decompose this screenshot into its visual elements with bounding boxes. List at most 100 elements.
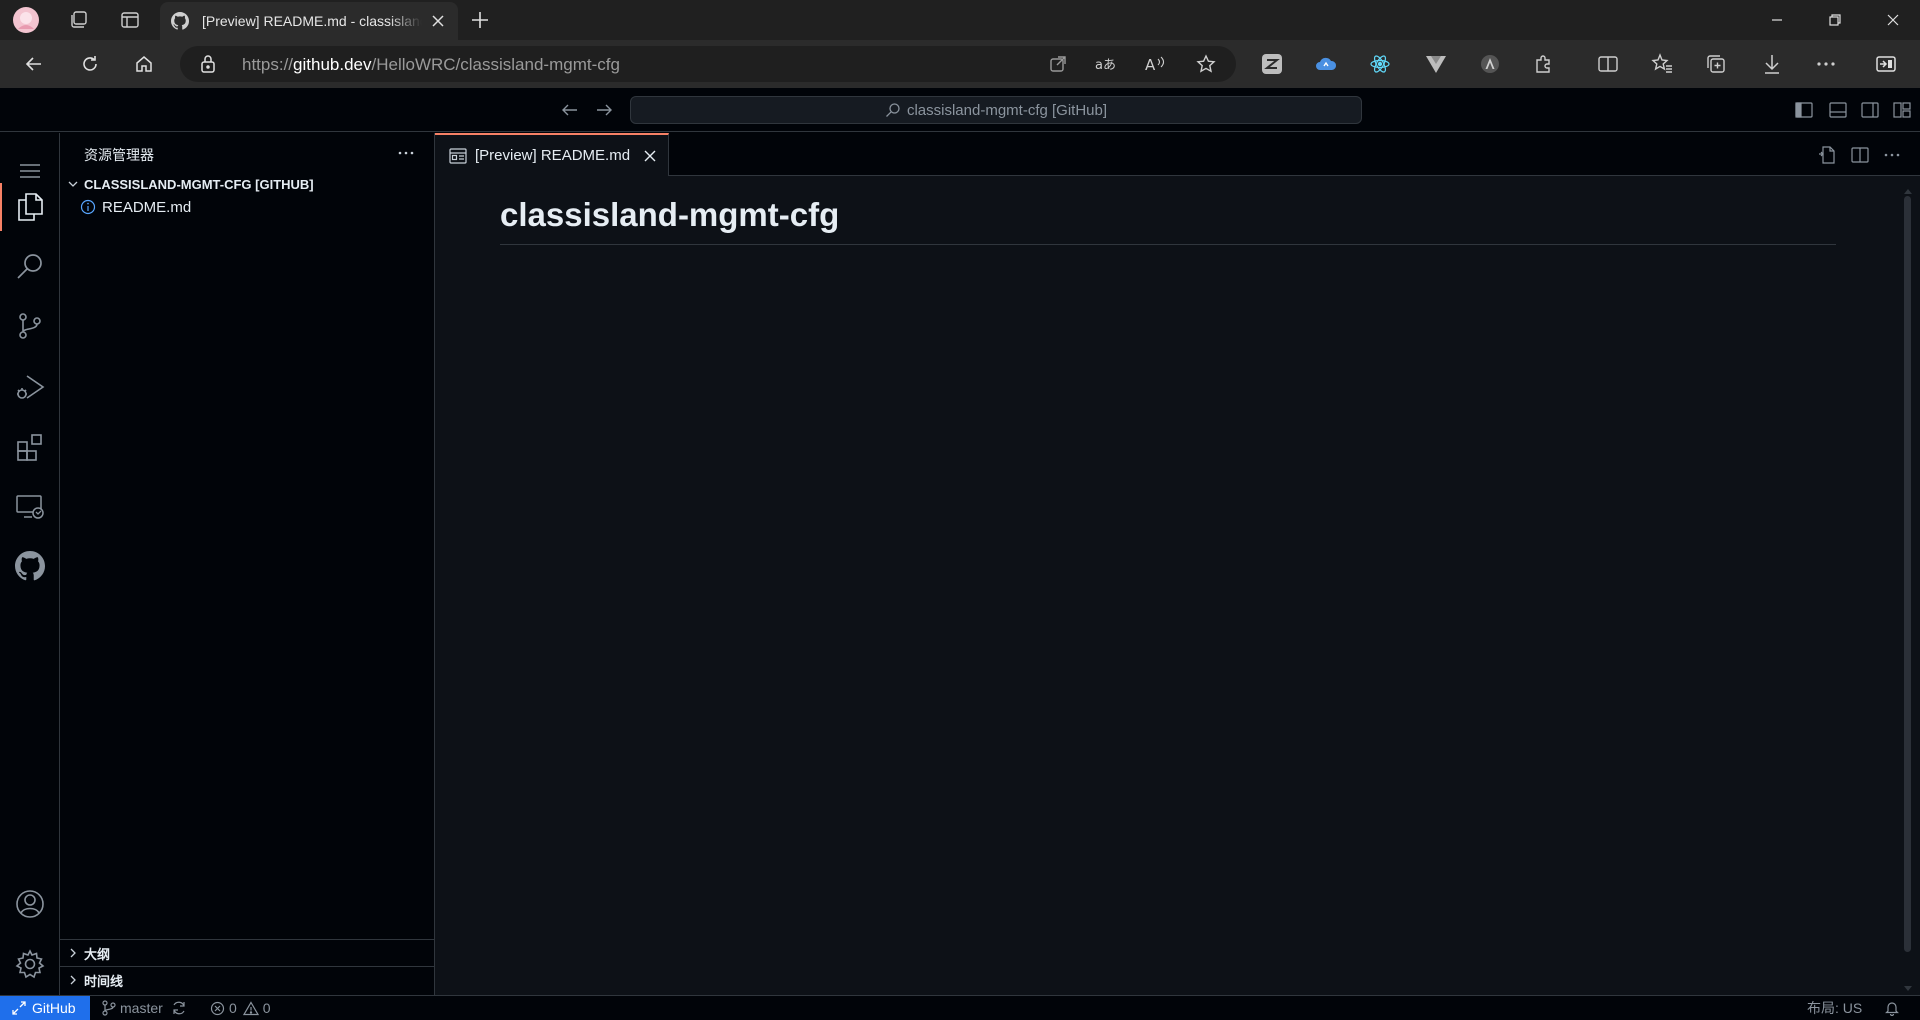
toggle-primary-sidebar-icon[interactable] bbox=[1794, 100, 1814, 120]
refresh-button[interactable] bbox=[72, 48, 108, 80]
go-forward-icon[interactable] bbox=[594, 100, 614, 125]
explorer-sidebar: 资源管理器 CLASSISLAND-MGMT-CFG [GITHUB] READ… bbox=[60, 133, 435, 995]
remote-explorer-icon[interactable] bbox=[0, 479, 60, 535]
scrollbar-thumb[interactable] bbox=[1904, 196, 1911, 952]
url-scheme: https:// bbox=[242, 55, 294, 74]
browser-toolbar: https://github.dev/HelloWRC/classisland-… bbox=[0, 40, 1920, 116]
search-icon bbox=[886, 103, 900, 117]
timeline-section-label: 时间线 bbox=[84, 973, 124, 989]
file-item-readme[interactable]: README.md bbox=[60, 196, 434, 218]
sidebar-more-actions-icon[interactable] bbox=[394, 143, 418, 163]
svg-text:A: A bbox=[1145, 56, 1156, 73]
chevron-down-icon bbox=[68, 181, 78, 187]
close-tab-icon[interactable] bbox=[428, 11, 448, 31]
extension-angular-icon[interactable] bbox=[1478, 52, 1502, 76]
error-count: 0 bbox=[229, 1000, 237, 1016]
notifications-bell-icon[interactable] bbox=[1884, 996, 1900, 1020]
split-editor-icon[interactable] bbox=[1849, 145, 1871, 165]
favorite-star-icon[interactable] bbox=[1194, 53, 1218, 75]
downloads-icon[interactable] bbox=[1760, 52, 1784, 76]
svg-text:aあ: aあ bbox=[1095, 58, 1116, 73]
toggle-panel-icon[interactable] bbox=[1828, 100, 1848, 120]
sync-icon bbox=[173, 1001, 185, 1015]
minimize-button[interactable] bbox=[1748, 0, 1806, 40]
remote-icon bbox=[12, 1001, 26, 1015]
address-bar[interactable]: https://github.dev/HelloWRC/classisland-… bbox=[180, 46, 1236, 82]
browser-tab-active[interactable]: [Preview] README.md - classisland-mgmt-c… bbox=[160, 2, 458, 40]
preview-icon bbox=[449, 147, 467, 164]
search-view-icon[interactable] bbox=[0, 238, 60, 294]
url-path: /HelloWRC/classisland-mgmt-cfg bbox=[371, 55, 620, 74]
vertical-tabs-icon[interactable] bbox=[116, 6, 144, 34]
extensions-icon[interactable] bbox=[0, 419, 60, 475]
browser-titlebar: [Preview] README.md - classisland-mgmt-c… bbox=[0, 0, 1920, 40]
warning-icon bbox=[242, 1000, 259, 1015]
command-center-label: classisland-mgmt-cfg [GitHub] bbox=[906, 101, 1108, 119]
github-favicon-icon bbox=[170, 11, 190, 31]
info-file-icon bbox=[80, 199, 96, 215]
workspaces-icon[interactable] bbox=[64, 6, 92, 34]
branch-indicator[interactable]: master bbox=[102, 996, 187, 1020]
keyboard-layout-indicator[interactable]: 布局: US bbox=[1807, 996, 1862, 1020]
close-window-button[interactable] bbox=[1864, 0, 1920, 40]
open-in-app-icon[interactable] bbox=[1046, 53, 1070, 75]
extensions-puzzle-icon[interactable] bbox=[1532, 52, 1556, 76]
editor-more-actions-icon[interactable] bbox=[1881, 145, 1903, 165]
remote-indicator[interactable]: GitHub bbox=[0, 996, 90, 1020]
manage-gear-icon[interactable] bbox=[0, 936, 60, 992]
read-aloud-icon[interactable]: A bbox=[1144, 53, 1168, 75]
outline-section[interactable]: 大纲 bbox=[60, 939, 434, 966]
collections-icon[interactable] bbox=[1704, 52, 1728, 76]
editor-tab-preview[interactable]: [Preview] README.md bbox=[435, 133, 669, 176]
translate-icon[interactable]: aあ bbox=[1094, 53, 1118, 75]
editor-tab-bar: [Preview] README.md bbox=[435, 133, 1920, 176]
markdown-preview: classisland-mgmt-cfg bbox=[435, 176, 1920, 995]
url-host: github.dev bbox=[293, 55, 372, 74]
customize-layout-icon[interactable] bbox=[1892, 100, 1912, 120]
sidebar-toggle-icon[interactable] bbox=[1874, 52, 1898, 76]
go-back-icon[interactable] bbox=[560, 100, 580, 125]
status-bar: GitHub master 0 0 布局: US bbox=[0, 995, 1920, 1020]
explorer-icon[interactable] bbox=[0, 179, 60, 235]
browser-tab-title: [Preview] README.md - classisland-mgmt-c… bbox=[202, 13, 422, 29]
editor-tab-label: [Preview] README.md bbox=[475, 147, 631, 164]
chevron-right-icon bbox=[70, 948, 76, 958]
open-source-icon[interactable] bbox=[1816, 145, 1838, 165]
split-screen-icon[interactable] bbox=[1596, 52, 1620, 76]
profile-avatar[interactable] bbox=[12, 6, 40, 34]
run-and-debug-icon[interactable] bbox=[0, 359, 60, 415]
readme-heading: classisland-mgmt-cfg bbox=[500, 196, 1836, 245]
problems-indicator[interactable]: 0 0 bbox=[210, 996, 271, 1020]
lock-icon[interactable] bbox=[200, 54, 216, 79]
extension-cloud-icon[interactable] bbox=[1314, 52, 1338, 76]
remote-label: GitHub bbox=[32, 1000, 76, 1016]
back-button[interactable] bbox=[16, 48, 52, 80]
repo-folder-header[interactable]: CLASSISLAND-MGMT-CFG [GITHUB] bbox=[60, 173, 434, 195]
source-control-icon[interactable] bbox=[0, 298, 60, 354]
github-icon[interactable] bbox=[0, 538, 60, 594]
favorites-icon[interactable] bbox=[1650, 52, 1674, 76]
outline-section-label: 大纲 bbox=[84, 946, 111, 962]
chevron-right-icon bbox=[70, 975, 76, 985]
sidebar-title: 资源管理器 bbox=[84, 147, 154, 163]
close-editor-icon[interactable] bbox=[640, 146, 660, 166]
extension-zotero-icon[interactable] bbox=[1260, 52, 1284, 76]
file-name: README.md bbox=[102, 198, 192, 216]
restore-button[interactable] bbox=[1806, 0, 1864, 40]
extension-react-devtools-icon[interactable] bbox=[1368, 52, 1392, 76]
vscode-titlebar: classisland-mgmt-cfg [GitHub] bbox=[0, 88, 1920, 132]
git-branch-icon bbox=[102, 1000, 116, 1016]
command-center[interactable]: classisland-mgmt-cfg [GitHub] bbox=[630, 96, 1362, 124]
timeline-section[interactable]: 时间线 bbox=[60, 966, 434, 993]
home-button[interactable] bbox=[126, 48, 162, 80]
warning-count: 0 bbox=[262, 1000, 271, 1016]
repo-folder-label: CLASSISLAND-MGMT-CFG [GITHUB] bbox=[84, 176, 314, 192]
accounts-icon[interactable] bbox=[0, 876, 60, 932]
activity-bar bbox=[0, 133, 60, 995]
more-menu-icon[interactable] bbox=[1814, 52, 1838, 76]
new-tab-button[interactable] bbox=[466, 6, 494, 34]
extension-vue-devtools-icon[interactable] bbox=[1424, 52, 1448, 76]
toggle-secondary-sidebar-icon[interactable] bbox=[1860, 100, 1880, 120]
url-text[interactable]: https://github.dev/HelloWRC/classisland-… bbox=[242, 55, 620, 75]
keyboard-layout-label: 布局: US bbox=[1807, 1000, 1863, 1016]
